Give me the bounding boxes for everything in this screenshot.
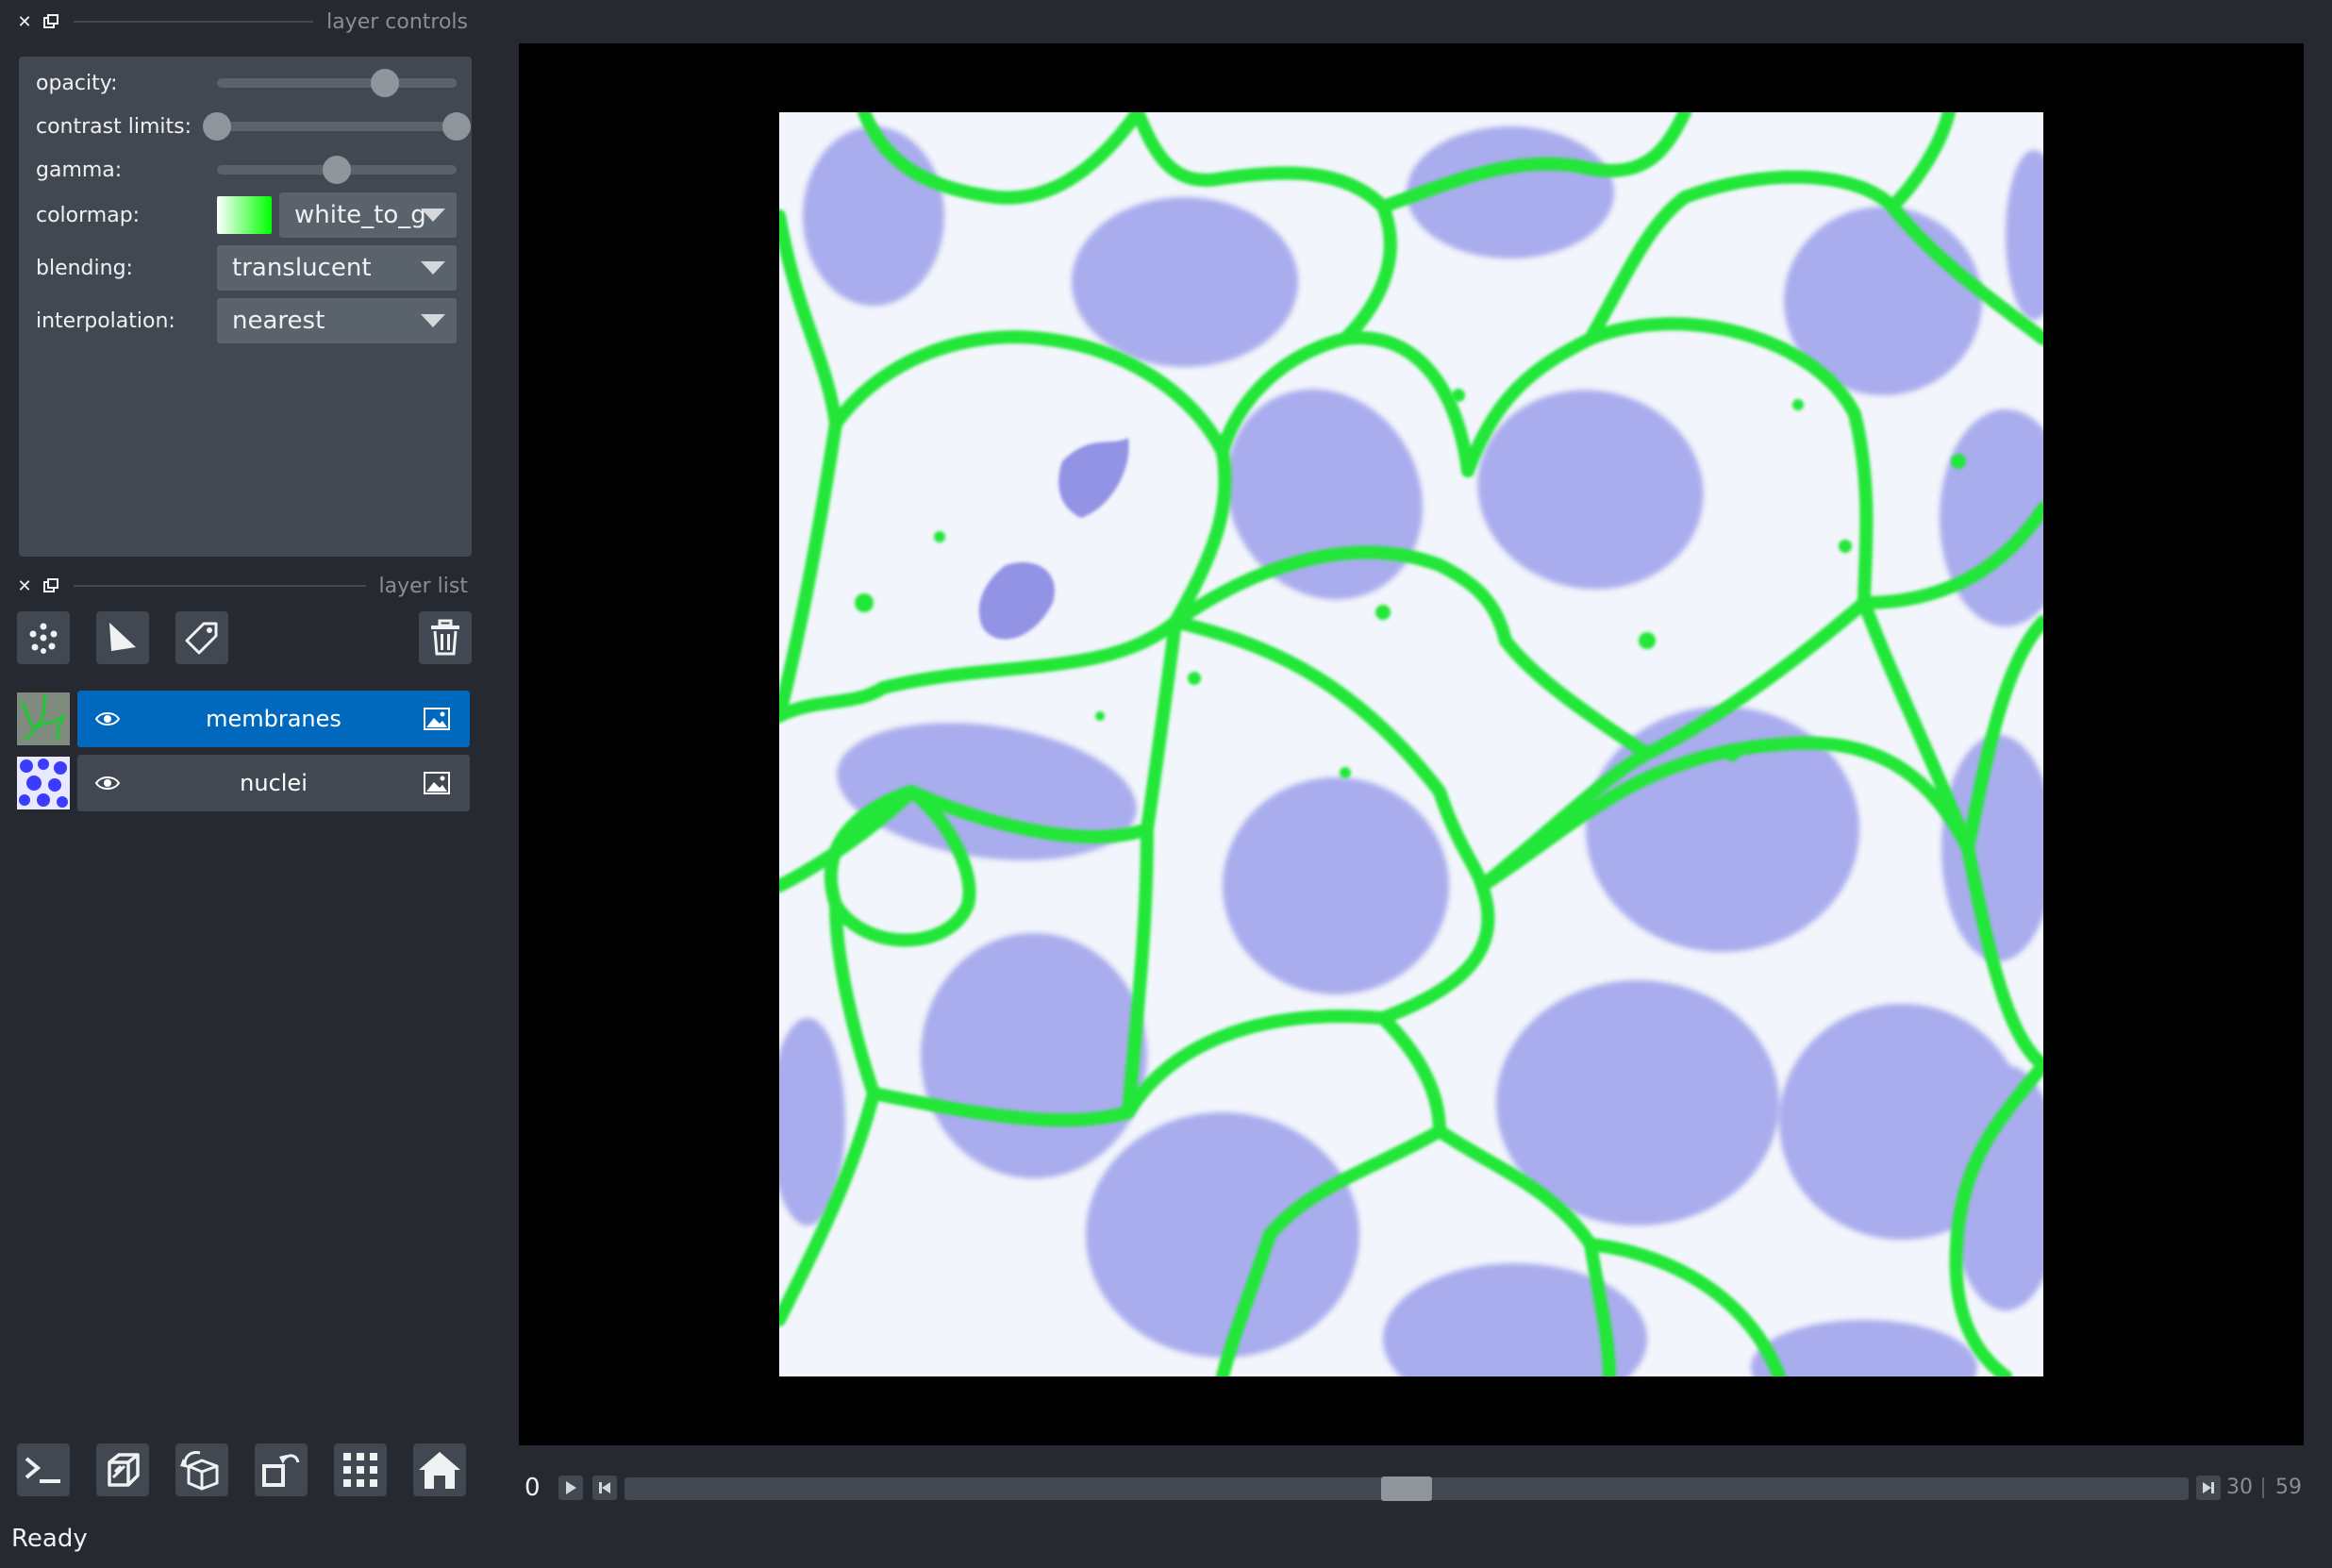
blending-row: blending: translucent: [36, 245, 457, 291]
reset-view-button[interactable]: [413, 1443, 466, 1496]
gamma-handle[interactable]: [323, 156, 351, 184]
grid-icon: [343, 1453, 377, 1487]
new-points-layer-button[interactable]: [17, 611, 70, 664]
interpolation-label: interpolation:: [36, 309, 175, 333]
layer-thumbnail: [17, 692, 70, 745]
opacity-handle[interactable]: [370, 69, 399, 97]
layer-controls-panel: opacity: contrast limits: gamma: colorma…: [19, 57, 472, 557]
blending-value: translucent: [232, 254, 372, 282]
gamma-slider[interactable]: [217, 156, 457, 184]
play-icon: [566, 1481, 576, 1494]
delete-layer-button[interactable]: [419, 611, 472, 664]
chevron-down-icon: [421, 209, 445, 222]
interpolation-row: interpolation: nearest: [36, 298, 457, 343]
transpose-icon: [262, 1454, 300, 1487]
layer-list-titlebar: ✕ layer list: [15, 570, 468, 602]
title-divider: [74, 585, 366, 587]
skip-start-icon: [599, 1482, 610, 1493]
contrast-low-handle[interactable]: [203, 112, 231, 141]
blending-select[interactable]: translucent: [217, 245, 457, 291]
shapes-icon: [109, 623, 136, 651]
home-icon: [419, 1452, 460, 1489]
grid-view-button[interactable]: [334, 1443, 387, 1496]
roll-button[interactable]: [175, 1443, 228, 1496]
chevron-down-icon: [421, 314, 445, 327]
layer-row-membranes[interactable]: membranes: [15, 691, 470, 747]
dims-handle[interactable]: [1381, 1476, 1432, 1501]
labels-icon: [185, 622, 218, 655]
colormap-value: white_to_g: [294, 201, 426, 229]
step-first-button[interactable]: [592, 1476, 617, 1500]
delete-icon: [431, 619, 459, 656]
opacity-slider[interactable]: [217, 69, 457, 97]
play-button[interactable]: [558, 1476, 583, 1500]
contrast-limits-label: contrast limits:: [36, 114, 192, 139]
image-layer-render: [779, 112, 2043, 1376]
contrast-row: contrast limits:: [36, 104, 471, 149]
float-icon[interactable]: [42, 576, 60, 595]
dock-title: layer list: [378, 574, 469, 598]
transpose-button[interactable]: [255, 1443, 308, 1496]
dims-track[interactable]: [625, 1476, 2189, 1501]
max-frame: 59: [2275, 1476, 2302, 1499]
new-shapes-layer-button[interactable]: [96, 611, 149, 664]
interpolation-select[interactable]: nearest: [217, 298, 457, 343]
opacity-row: opacity:: [36, 60, 457, 106]
colormap-label: colormap:: [36, 203, 141, 227]
close-icon[interactable]: ✕: [15, 12, 34, 32]
layer-name[interactable]: membranes: [77, 691, 470, 747]
console-icon: [25, 1457, 60, 1483]
contrast-high-handle[interactable]: [442, 112, 471, 141]
layer-controls-titlebar: ✕ layer controls: [15, 6, 468, 38]
image-layer-icon: [424, 708, 450, 730]
title-divider: [74, 21, 314, 23]
chevron-down-icon: [421, 261, 445, 275]
close-icon[interactable]: ✕: [15, 576, 34, 596]
colormap-row: colormap: white_to_g: [36, 192, 457, 238]
layer-bar[interactable]: nuclei: [77, 755, 470, 811]
console-button[interactable]: [17, 1443, 70, 1496]
opacity-label: opacity:: [36, 71, 118, 95]
image-layer-icon: [424, 772, 450, 794]
ndisplay-icon: [108, 1453, 140, 1487]
status-bar-text: Ready: [11, 1525, 88, 1553]
points-icon: [29, 623, 58, 654]
layer-row-nuclei[interactable]: nuclei: [15, 755, 470, 811]
layer-name[interactable]: nuclei: [77, 755, 470, 811]
gamma-label: gamma:: [36, 158, 123, 182]
colormap-swatch: [217, 196, 272, 234]
roll-icon: [180, 1451, 219, 1491]
interpolation-value: nearest: [232, 307, 325, 335]
layer-bar[interactable]: membranes: [77, 691, 470, 747]
colormap-select[interactable]: white_to_g: [279, 192, 457, 238]
step-last-button[interactable]: [2196, 1476, 2221, 1500]
skip-end-icon: [2203, 1482, 2214, 1493]
blending-label: blending:: [36, 256, 133, 280]
frame-separator: [2262, 1477, 2264, 1498]
ndisplay-button[interactable]: [96, 1443, 149, 1496]
dock-title: layer controls: [326, 9, 468, 34]
frame-number: 0: [525, 1474, 541, 1502]
gamma-row: gamma:: [36, 147, 457, 192]
new-labels-layer-button[interactable]: [175, 611, 228, 664]
dims-slider-row: 0 30 59: [519, 1468, 2304, 1506]
current-frame: 30: [2226, 1476, 2253, 1499]
layer-thumbnail: [17, 757, 70, 809]
cell-image: [779, 112, 2043, 1376]
contrast-limits-slider[interactable]: [203, 112, 471, 141]
float-icon[interactable]: [42, 12, 60, 31]
